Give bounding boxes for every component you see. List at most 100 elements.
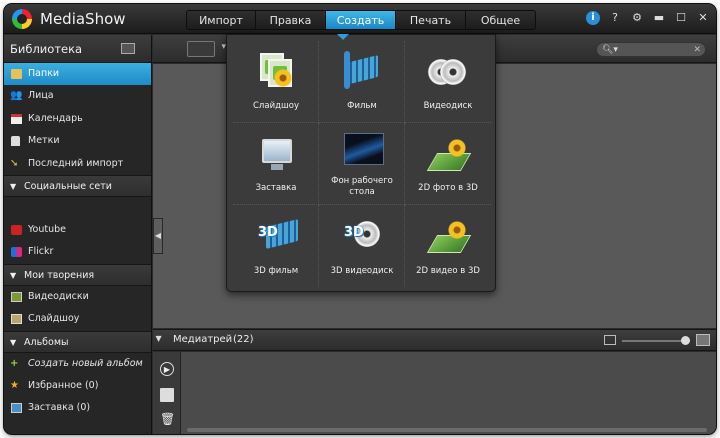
tag-icon	[11, 136, 20, 147]
calendar-icon	[11, 113, 22, 124]
tab-share[interactable]: Общее	[466, 10, 536, 30]
group-title: Социальные сети	[24, 180, 112, 192]
create-item-label: 3D фильм	[253, 266, 299, 276]
photo-3d-icon	[426, 133, 472, 173]
create-item-label: 2D фото в 3D	[418, 183, 478, 193]
play-icon[interactable]: ▶	[160, 362, 174, 376]
sidebar-item-new-album[interactable]: + Создать новый альбом	[4, 353, 151, 375]
view-mode-button[interactable]	[187, 41, 226, 57]
create-movie-item[interactable]: Фильм	[319, 41, 405, 123]
create-3d-movie-item[interactable]: 3D 3D фильм	[233, 205, 319, 287]
create-item-label: 2D видео в 3D	[416, 266, 480, 276]
create-wallpaper-item[interactable]: Фон рабочего стола	[319, 123, 405, 205]
create-item-label: Заставка	[255, 183, 297, 193]
collapse-sidebar-handle[interactable]: ◀	[153, 218, 163, 254]
sidebar-item-label: Создать новый альбом	[28, 357, 143, 369]
sidebar-item-screensaver[interactable]: Заставка (0)	[4, 397, 151, 419]
sidebar-item-videodiscs[interactable]: Видеодиски	[4, 286, 151, 308]
create-item-label: Фон рабочего стола	[331, 176, 393, 197]
sidebar-item-label: Избранное (0)	[28, 379, 99, 391]
media-tray-count: (22)	[233, 334, 254, 345]
sidebar-item-faces[interactable]: 👥 Лица	[4, 85, 151, 107]
sidebar-item-calendar[interactable]: Календарь	[4, 108, 151, 130]
person-icon: 👥	[10, 90, 23, 102]
group-albums[interactable]: ▼ Альбомы	[4, 330, 151, 353]
zoom-small-icon[interactable]	[604, 335, 616, 345]
media-tray-tools: ▶ 🗑︎	[153, 352, 181, 434]
create-videodisc-item[interactable]: Видеодиск	[405, 41, 491, 123]
create-3d-videodisc-item[interactable]: 3D 3D видеодиск	[319, 205, 405, 287]
sidebar-item-slideshow[interactable]: Слайдшоу	[4, 308, 151, 330]
sidebar-item-folders[interactable]: Папки	[4, 63, 151, 86]
create-2d-video-to-3d-item[interactable]: 2D видео в 3D	[405, 205, 491, 287]
tab-import[interactable]: Импорт	[186, 10, 256, 30]
sidebar-item-label: Заставка (0)	[28, 402, 91, 414]
collapse-triangle-icon: ▼	[10, 337, 17, 347]
group-title: Мои творения	[24, 269, 95, 281]
search-icon: 🔍︎▾	[602, 45, 618, 55]
star-icon: ★	[10, 379, 19, 391]
sidebar-item-tags[interactable]: Метки	[4, 130, 151, 152]
screensaver-icon	[11, 403, 22, 414]
collapse-triangle-icon: ▼	[10, 270, 17, 280]
create-item-label: 3D видеодиск	[330, 266, 394, 276]
horizontal-scrollbar[interactable]	[187, 428, 707, 432]
tab-create[interactable]: Создать	[326, 10, 396, 30]
minimize-icon[interactable]: ▬	[652, 11, 666, 25]
group-my-creations[interactable]: ▼ Мои творения	[4, 263, 151, 286]
sidebar-item-label: Слайдшоу	[28, 313, 80, 325]
create-item-label: Слайдшоу	[253, 101, 299, 111]
sidebar-item-flickr[interactable]: Flickr	[4, 241, 151, 263]
group-title: Альбомы	[24, 336, 69, 348]
media-tray	[181, 352, 716, 434]
save-icon[interactable]	[160, 388, 174, 402]
sidebar-item-last-import[interactable]: ➘ Последний импорт	[4, 153, 151, 175]
trash-icon[interactable]: 🗑︎	[160, 412, 175, 426]
create-item-label: Фильм	[347, 101, 377, 111]
app-title: MediaShow	[40, 10, 126, 28]
help-icon[interactable]: ?	[608, 11, 622, 25]
close-icon[interactable]: ✕	[696, 11, 710, 25]
sidebar-item-label: Календарь	[28, 112, 83, 124]
sidebar-item-favorites[interactable]: ★ Избранное (0)	[4, 375, 151, 397]
plus-icon: +	[10, 357, 19, 369]
app-window: MediaShow Импорт Правка Создать Печать О…	[4, 4, 716, 434]
create-slideshow-item[interactable]: Слайдшоу	[233, 41, 319, 123]
zoom-slider[interactable]	[622, 340, 690, 342]
library-view-icon[interactable]	[121, 43, 135, 54]
main-tabs: Импорт Правка Создать Печать Общее	[186, 10, 536, 30]
group-social-networks[interactable]: ▼ Социальные сети	[4, 174, 151, 197]
youtube-icon	[11, 224, 22, 235]
sidebar: Библиотека Папки 👥 Лица Календарь Метки …	[4, 35, 152, 434]
videodisc-icon	[11, 291, 22, 302]
sidebar-item-youtube[interactable]: Youtube	[4, 219, 151, 241]
collapse-triangle-icon[interactable]: ▼	[153, 334, 162, 343]
zoom-slider-thumb[interactable]	[681, 336, 690, 345]
clear-search-icon[interactable]: ✕	[693, 43, 701, 57]
create-2d-photo-to-3d-item[interactable]: 2D фото в 3D	[405, 123, 491, 205]
sidebar-item-label: Метки	[28, 135, 60, 147]
tab-print[interactable]: Печать	[396, 10, 466, 30]
3d-movie-icon: 3D	[256, 215, 298, 255]
movie-film-icon	[342, 51, 382, 91]
create-item-label: Видеодиск	[423, 101, 473, 111]
title-bar: MediaShow Импорт Правка Создать Печать О…	[4, 4, 716, 34]
settings-gear-icon[interactable]: ⚙	[630, 11, 644, 25]
zoom-large-icon[interactable]	[696, 334, 710, 346]
import-icon: ➘	[10, 157, 19, 169]
create-menu-popup: Слайдшоу Фильм Видеодиск Заставка Фон ра…	[226, 34, 496, 292]
sidebar-item-label: Видеодиски	[28, 290, 89, 302]
folder-icon	[11, 69, 22, 79]
tab-edit[interactable]: Правка	[256, 10, 326, 30]
collapse-triangle-icon: ▼	[10, 181, 17, 191]
library-header: Библиотека	[4, 35, 151, 63]
mediashow-logo-icon	[12, 9, 32, 29]
create-screensaver-item[interactable]: Заставка	[233, 123, 319, 205]
search-input[interactable]: 🔍︎▾ ✕	[596, 42, 706, 57]
info-icon[interactable]: i	[586, 11, 600, 25]
3d-videodisc-icon: 3D	[342, 215, 382, 255]
slideshow-icon	[11, 314, 22, 325]
maximize-icon[interactable]: ☐	[674, 11, 688, 25]
video-3d-icon	[426, 215, 472, 255]
sidebar-item-label: Папки	[28, 68, 60, 79]
